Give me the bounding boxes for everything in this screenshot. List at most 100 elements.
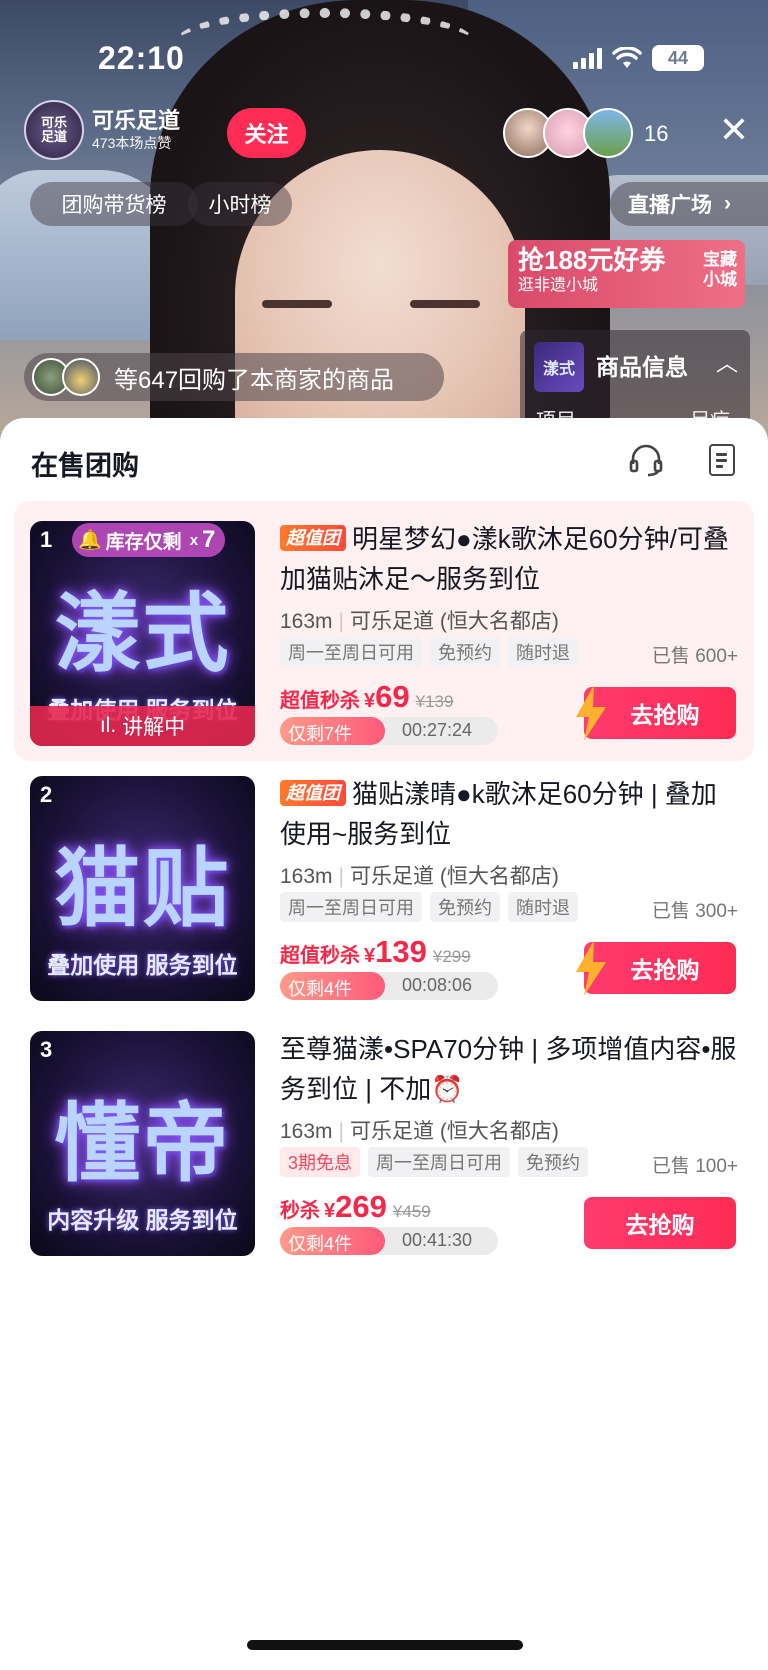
buy-label: 去抢购 bbox=[625, 1212, 695, 1238]
chevron-up-icon[interactable]: ︿ bbox=[716, 346, 738, 378]
price-now: 69 bbox=[375, 679, 410, 714]
shop-name: 可乐足道 (恒大名都店) bbox=[350, 1120, 559, 1143]
lightning-icon bbox=[576, 940, 606, 996]
battery-icon: 44 bbox=[652, 45, 704, 71]
product-thumbnail[interactable]: 懂帝 内容升级 服务到位 3 bbox=[30, 1031, 255, 1256]
host-avatar[interactable]: 可乐 足道 bbox=[24, 100, 84, 160]
price: 超值秒杀 ¥ 69 ¥139 bbox=[280, 679, 453, 715]
product-title[interactable]: 至尊猫漾•SPA70分钟 | 多项增值内容•服务到位 | 不加⏰ bbox=[280, 1029, 740, 1109]
countdown: 00:27:24 bbox=[402, 720, 473, 740]
countdown: 00:41:30 bbox=[402, 1230, 473, 1250]
price: 超值秒杀 ¥ 139 ¥299 bbox=[280, 934, 471, 970]
product-rank: 2 bbox=[40, 782, 53, 807]
distance: 163m bbox=[280, 610, 333, 633]
host-name: 可乐足道 bbox=[92, 108, 181, 133]
stock-count: 7 bbox=[202, 526, 216, 553]
group-buy-panel: 在售团购 漾式 叠加使用 服务到位 1 🔔 库存仅剩 x 7 ıl. 讲解中 超… bbox=[0, 418, 768, 1670]
coupon-banner[interactable]: 抢188元好券 逛非遗小城 宝藏 小城 bbox=[508, 240, 745, 308]
lightning-icon bbox=[576, 685, 606, 741]
product-card[interactable]: 懂帝 内容升级 服务到位 3 至尊猫漾•SPA70分钟 | 多项增值内容•服务到… bbox=[14, 1011, 754, 1271]
price-original: ¥139 bbox=[415, 692, 454, 711]
price: 秒杀 ¥ 269 ¥459 bbox=[280, 1189, 431, 1225]
chip: 随时退 bbox=[508, 892, 578, 922]
group-rank-button[interactable]: 团购带货榜 bbox=[30, 182, 198, 226]
explaining-label: 讲解中 bbox=[122, 716, 186, 739]
product-meta: 163m | 可乐足道 (恒大名都店) bbox=[280, 610, 559, 633]
order-icon[interactable] bbox=[709, 444, 735, 476]
distance: 163m bbox=[280, 1120, 333, 1143]
product-rank: 3 bbox=[40, 1037, 53, 1062]
shop-name: 可乐足道 (恒大名都店) bbox=[350, 865, 559, 888]
product-card[interactable]: 猫贴 叠加使用 服务到位 2 超值团 猫贴漾晴●k歌沐足60分钟 | 叠加使用~服… bbox=[14, 756, 754, 1016]
price-original: ¥459 bbox=[392, 1202, 431, 1221]
sold-count: 已售 100+ bbox=[651, 1156, 738, 1177]
buy-button[interactable]: 去抢购 bbox=[576, 685, 736, 741]
product-title-text: 明星梦幻●漾k歌沐足60分钟/可叠加猫贴沐足～服务到位 bbox=[280, 524, 729, 594]
goods-info-title: 商品信息 bbox=[596, 354, 688, 380]
remaining-label: 仅剩7件 bbox=[288, 724, 353, 744]
status-time: 22:10 bbox=[98, 40, 185, 76]
wifi-icon bbox=[612, 47, 642, 68]
price-original: ¥299 bbox=[432, 947, 471, 966]
close-icon[interactable]: ✕ bbox=[716, 112, 752, 148]
product-thumbnail[interactable]: 漾式 叠加使用 服务到位 1 🔔 库存仅剩 x 7 ıl. 讲解中 bbox=[30, 521, 255, 746]
home-indicator[interactable] bbox=[247, 1640, 523, 1650]
remaining-progress: 仅剩4件 00:41:30 bbox=[280, 1227, 498, 1255]
chevron-right-icon: › bbox=[724, 192, 731, 215]
stock-badge: 🔔 库存仅剩 x 7 bbox=[72, 523, 226, 557]
product-title[interactable]: 超值团 明星梦幻●漾k歌沐足60分钟/可叠加猫贴沐足～服务到位 bbox=[280, 519, 740, 599]
price-currency: ¥ bbox=[364, 945, 376, 967]
repurchase-banner: 等647回购了本商家的商品 bbox=[24, 353, 444, 401]
headset-icon[interactable] bbox=[628, 442, 664, 478]
bell-icon: 🔔 bbox=[78, 530, 102, 551]
product-chips: 周一至周日可用 免预约 随时退 bbox=[280, 637, 578, 667]
viewer-avatars[interactable] bbox=[503, 108, 633, 158]
buy-button[interactable]: 去抢购 bbox=[584, 1197, 736, 1249]
super-deal-tag: 超值团 bbox=[280, 780, 346, 806]
product-title[interactable]: 超值团 猫贴漾晴●k歌沐足60分钟 | 叠加使用~服务到位 bbox=[280, 774, 740, 854]
explaining-badge: ıl. 讲解中 bbox=[30, 706, 255, 746]
price-currency: ¥ bbox=[364, 690, 376, 712]
live-square-button[interactable]: 直播广场 › bbox=[610, 182, 768, 226]
product-card[interactable]: 漾式 叠加使用 服务到位 1 🔔 库存仅剩 x 7 ıl. 讲解中 超值团明星梦… bbox=[14, 501, 754, 761]
buy-label: 去抢购 bbox=[630, 957, 700, 983]
sold-count: 已售 600+ bbox=[651, 646, 738, 667]
status-icons: 44 bbox=[573, 45, 704, 71]
goods-info-thumb: 漾式 bbox=[534, 342, 584, 392]
buy-label: 去抢购 bbox=[630, 702, 700, 728]
product-chips: 3期免息 周一至周日可用 免预约 bbox=[280, 1147, 589, 1177]
stock-x: x bbox=[189, 531, 199, 549]
viewer-avatar[interactable] bbox=[583, 108, 633, 158]
super-deal-tag: 超值团 bbox=[280, 525, 346, 551]
chip: 周一至周日可用 bbox=[280, 892, 422, 922]
price-label: 超值秒杀 bbox=[280, 690, 360, 712]
product-thumbnail[interactable]: 猫贴 叠加使用 服务到位 2 bbox=[30, 776, 255, 1001]
viewer-count[interactable]: 16 bbox=[644, 121, 668, 147]
product-rank: 1 bbox=[40, 527, 53, 552]
remaining-label: 仅剩4件 bbox=[288, 1234, 353, 1254]
chip: 周一至周日可用 bbox=[280, 637, 422, 667]
remaining-progress: 仅剩7件 00:27:24 bbox=[280, 717, 498, 745]
chip: 免预约 bbox=[430, 637, 500, 667]
chip: 免预约 bbox=[518, 1147, 589, 1177]
remaining-progress: 仅剩4件 00:08:06 bbox=[280, 972, 498, 1000]
buy-button[interactable]: 去抢购 bbox=[576, 940, 736, 996]
hour-rank-button[interactable]: 小时榜 bbox=[188, 182, 292, 226]
remaining-label: 仅剩4件 bbox=[288, 979, 353, 999]
signal-icon bbox=[573, 47, 602, 69]
panel-title: 在售团购 bbox=[31, 451, 139, 481]
chip: 周一至周日可用 bbox=[368, 1147, 511, 1177]
buyer-avatar bbox=[62, 358, 100, 396]
shop-name: 可乐足道 (恒大名都店) bbox=[350, 610, 559, 633]
chip: 3期免息 bbox=[280, 1147, 361, 1177]
host-info[interactable]: 可乐 足道 可乐足道 473本场点赞 bbox=[24, 100, 194, 160]
price-label: 超值秒杀 bbox=[280, 945, 360, 967]
price-now: 269 bbox=[335, 1189, 387, 1224]
price-now: 139 bbox=[375, 934, 427, 969]
price-currency: ¥ bbox=[324, 1200, 336, 1222]
host-likes: 473本场点赞 bbox=[92, 135, 172, 151]
thumb-subtitle: 内容升级 服务到位 bbox=[47, 1207, 238, 1233]
sold-count: 已售 300+ bbox=[651, 901, 738, 922]
follow-button[interactable]: 关注 bbox=[227, 108, 306, 158]
thumb-title: 猫贴 bbox=[54, 841, 231, 937]
